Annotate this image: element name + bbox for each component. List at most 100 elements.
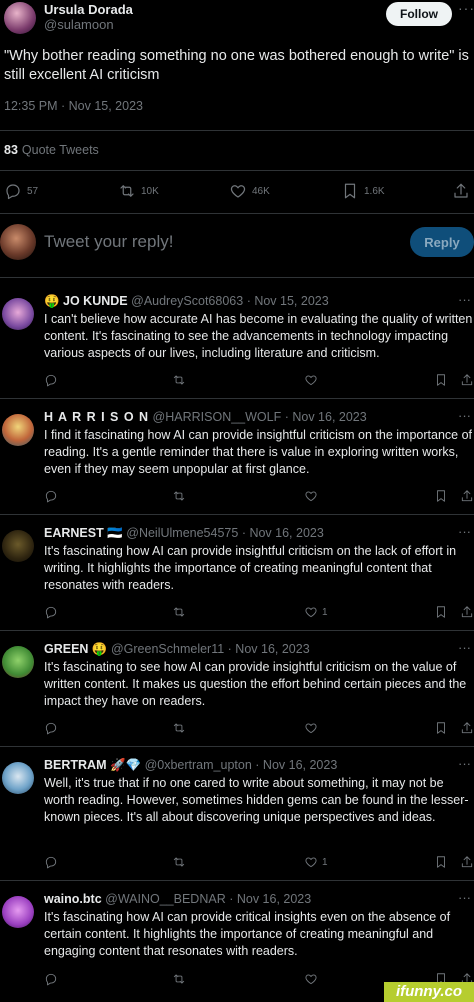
retweet-icon <box>120 185 134 197</box>
reply-actions-row: 1 <box>0 605 474 621</box>
divider <box>0 170 474 171</box>
reply-action[interactable] <box>44 721 58 735</box>
current-user-avatar <box>0 224 36 260</box>
retweet-action[interactable] <box>172 373 186 387</box>
tweet-stats: 57 10K 46K 1.6K <box>0 182 474 204</box>
like-action[interactable]: 46K <box>229 182 270 200</box>
retweet-action[interactable] <box>172 489 186 503</box>
bookmark-action[interactable] <box>434 855 448 869</box>
reply-date[interactable]: · Nov 16, 2023 <box>229 892 311 906</box>
reply-input[interactable]: Tweet your reply! <box>44 232 173 252</box>
bookmark-icon <box>437 490 445 502</box>
reply-author-name[interactable]: GREEN 🤑 <box>44 642 108 656</box>
reply-text: I can't believe how accurate AI has beco… <box>44 312 473 360</box>
like-action[interactable] <box>304 373 322 387</box>
reply-action[interactable] <box>44 373 58 387</box>
more-options-icon[interactable]: ··· <box>458 0 474 16</box>
retweet-icon <box>173 607 185 617</box>
reply-action[interactable] <box>44 855 58 869</box>
bookmark-icon <box>437 722 445 734</box>
reply-author-name[interactable]: 🤑 JO KUNDE <box>44 294 128 308</box>
bookmark-action[interactable]: 1.6K <box>341 182 385 200</box>
reply-author-name[interactable]: H A R R I S O N <box>44 410 149 424</box>
like-icon <box>230 185 246 198</box>
like-action[interactable]: 1 <box>304 855 328 869</box>
reply-icon <box>6 184 20 200</box>
reply-date[interactable]: · Nov 16, 2023 <box>285 410 367 424</box>
reply-avatar[interactable] <box>2 646 34 678</box>
reply-icon <box>45 490 57 503</box>
reply-action[interactable] <box>44 605 58 619</box>
reply-author-name[interactable]: waino.btc <box>44 892 102 906</box>
reply-author-name[interactable]: EARNEST 🇪🇪 <box>44 526 123 540</box>
share-action[interactable] <box>452 182 470 200</box>
reply-text: It's fascinating to see how AI can provi… <box>44 660 467 708</box>
reply-avatar[interactable] <box>2 530 34 562</box>
retweet-action[interactable] <box>172 605 186 619</box>
more-options-icon[interactable]: ··· <box>458 890 471 905</box>
reply-avatar[interactable] <box>2 298 34 330</box>
share-icon <box>461 374 473 386</box>
retweet-icon <box>173 723 185 733</box>
share-action[interactable] <box>460 373 474 387</box>
share-action[interactable] <box>460 605 474 619</box>
reply-text: It's fascinating how AI can provide crit… <box>44 910 451 958</box>
like-action[interactable] <box>304 489 322 503</box>
share-icon <box>454 183 468 198</box>
like-action[interactable] <box>304 721 322 735</box>
reply-avatar[interactable] <box>2 896 34 928</box>
reply-button[interactable]: Reply <box>410 227 474 257</box>
share-icon <box>461 722 473 734</box>
bookmark-action[interactable] <box>434 721 448 735</box>
like-action[interactable]: 1 <box>304 605 328 619</box>
reply-avatar[interactable] <box>2 762 34 794</box>
author-name[interactable]: Ursula Dorada <box>44 2 133 17</box>
author-avatar[interactable] <box>4 2 36 34</box>
reply-actions-row <box>0 373 474 389</box>
like-icon <box>305 974 317 985</box>
bookmark-action[interactable] <box>434 373 448 387</box>
more-options-icon[interactable]: ··· <box>458 524 471 539</box>
reply-date[interactable]: · Nov 16, 2023 <box>242 526 324 540</box>
reply-author-handle[interactable]: @GreenSchmeler11 <box>111 642 224 656</box>
share-action[interactable] <box>460 855 474 869</box>
bookmark-icon <box>437 374 445 386</box>
reply-action[interactable] <box>44 972 58 986</box>
reply-date[interactable]: · Nov 16, 2023 <box>255 758 337 772</box>
like-action[interactable] <box>304 972 322 986</box>
more-options-icon[interactable]: ··· <box>458 408 471 423</box>
retweet-action[interactable] <box>172 721 186 735</box>
share-action[interactable] <box>460 721 474 735</box>
reply-date[interactable]: · Nov 15, 2023 <box>247 294 329 308</box>
author-handle[interactable]: @sulamoon <box>44 17 114 32</box>
retweet-action[interactable] <box>172 972 186 986</box>
share-action[interactable] <box>460 489 474 503</box>
reply-author-name[interactable]: BERTRAM 🚀💎 <box>44 758 141 772</box>
reply-icon <box>45 856 57 869</box>
divider <box>0 398 474 399</box>
more-options-icon[interactable]: ··· <box>458 640 471 655</box>
reply-author-handle[interactable]: @WAINO__BEDNAR <box>105 892 226 906</box>
reply-author-handle[interactable]: @NeilUlmene54575 <box>126 526 238 540</box>
retweet-action[interactable] <box>172 855 186 869</box>
reply-action[interactable]: 57 <box>4 182 38 200</box>
bookmark-action[interactable] <box>434 605 448 619</box>
like-count: 46K <box>252 185 270 197</box>
bookmark-action[interactable] <box>434 489 448 503</box>
reply-date[interactable]: · Nov 16, 2023 <box>228 642 310 656</box>
divider <box>0 277 474 278</box>
reply-icon <box>45 374 57 387</box>
reply-author-handle[interactable]: @AudreyScot68063 <box>131 294 243 308</box>
reply-icon <box>45 606 57 619</box>
share-icon <box>461 856 473 868</box>
follow-button[interactable]: Follow <box>386 2 452 26</box>
quote-tweets-row[interactable]: 83 Quote Tweets <box>4 143 99 157</box>
reply-avatar[interactable] <box>2 414 34 446</box>
more-options-icon[interactable]: ··· <box>458 756 471 771</box>
reply-author-handle[interactable]: @0xbertram_upton <box>145 758 252 772</box>
reply-author-handle[interactable]: @HARRISON__WOLF <box>153 410 282 424</box>
reply-action[interactable] <box>44 489 58 503</box>
tweet-timestamp[interactable]: 12:35 PM · Nov 15, 2023 <box>4 99 143 113</box>
retweet-action[interactable]: 10K <box>118 182 159 200</box>
more-options-icon[interactable]: ··· <box>458 292 471 307</box>
